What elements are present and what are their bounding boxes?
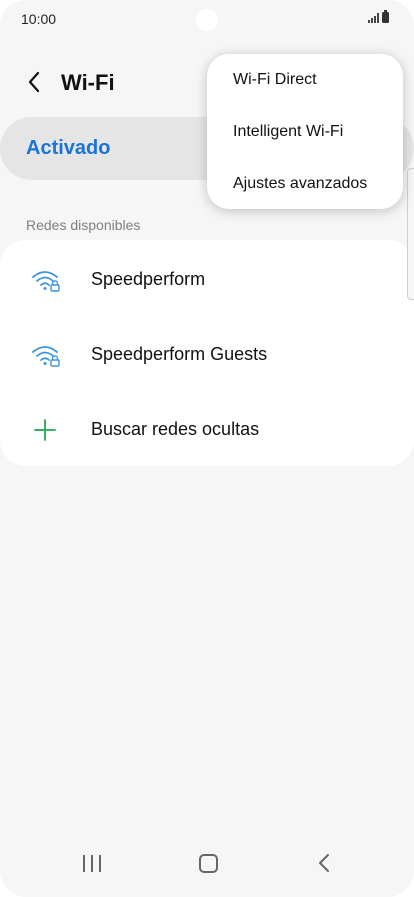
status-bar: 10:00 <box>0 0 414 38</box>
page-title: Wi-Fi <box>61 70 115 95</box>
network-name: Speedperform Guests <box>91 344 268 364</box>
recents-button[interactable] <box>83 855 101 872</box>
available-networks-label: Redes disponibles <box>26 217 141 233</box>
menu-item-intelligent-wifi[interactable]: Intelligent Wi-Fi <box>233 123 343 141</box>
menu-item-wifi-direct[interactable]: Wi-Fi Direct <box>233 71 317 89</box>
status-time: 10:00 <box>21 11 57 27</box>
signal-icon <box>368 13 379 23</box>
network-name: Speedperform <box>91 269 206 289</box>
nav-back-icon[interactable] <box>314 852 334 874</box>
menu-item-advanced-settings[interactable]: Ajustes avanzados <box>233 175 367 193</box>
wifi-toggle-label: Activado <box>26 137 111 159</box>
battery-icon <box>382 10 389 23</box>
plus-icon <box>34 419 56 441</box>
home-button[interactable] <box>199 854 218 873</box>
chevron-left-icon <box>28 71 40 93</box>
network-item[interactable]: Speedperform Guests <box>0 317 414 392</box>
phone-screen: 10:00 Wi-Fi Activado Redes disponibles S… <box>0 0 414 897</box>
front-camera <box>196 9 218 31</box>
network-item[interactable]: Speedperform <box>0 242 414 317</box>
hidden-network-item[interactable]: Buscar redes ocultas <box>0 392 414 467</box>
overflow-menu: Wi-Fi Direct Intelligent Wi-Fi Ajustes a… <box>207 54 403 209</box>
wifi-lock-icon <box>32 271 60 292</box>
navigation-bar <box>0 841 414 897</box>
wifi-lock-icon <box>32 346 60 367</box>
scrollbar[interactable] <box>407 168 414 300</box>
network-list: Speedperform Speedperform Guests Buscar … <box>0 240 414 466</box>
hidden-network-label: Buscar redes ocultas <box>91 419 260 439</box>
status-icons <box>368 10 389 23</box>
back-button[interactable] <box>20 68 48 96</box>
